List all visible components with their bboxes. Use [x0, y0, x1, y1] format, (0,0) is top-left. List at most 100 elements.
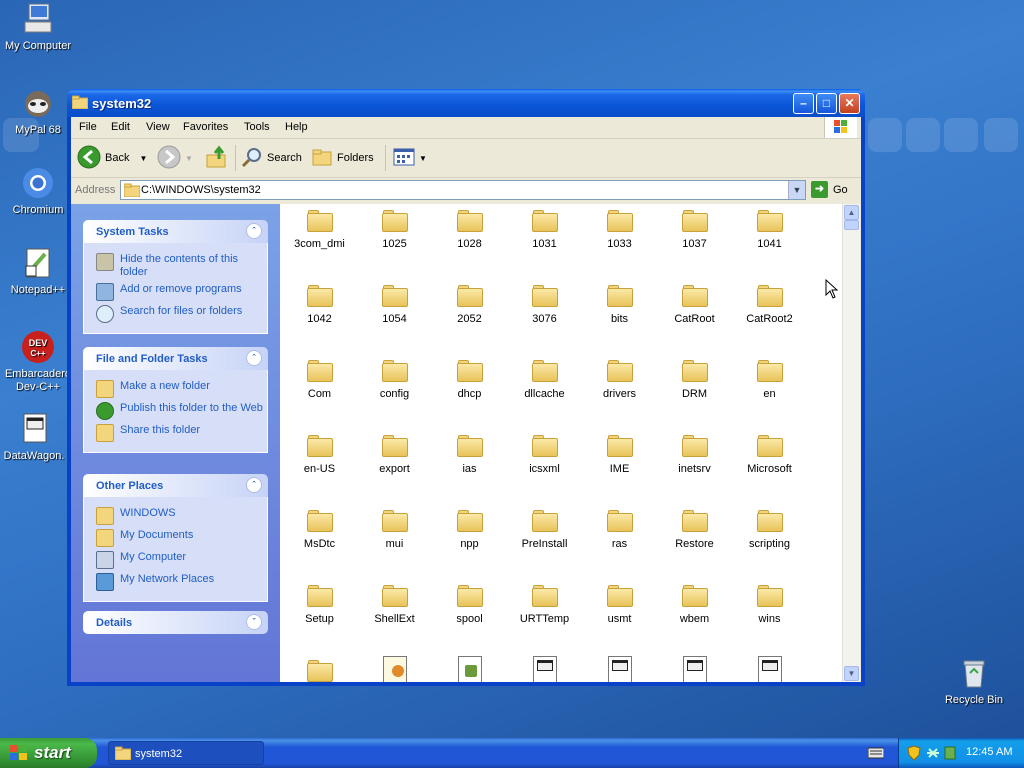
desktop-icon-recycle-bin[interactable]: Recycle Bin [936, 656, 1012, 707]
menu-favorites[interactable]: Favorites [183, 121, 228, 133]
keyboard-icon[interactable] [867, 747, 885, 762]
folder-item[interactable]: CatRoot2 [732, 285, 807, 325]
desktop-icon-datawagon[interactable]: DataWagon. [0, 412, 72, 463]
file-item[interactable] [357, 656, 432, 682]
folder-item[interactable]: inetsrv [657, 435, 732, 475]
panel-header[interactable]: Other Places ˆ [83, 474, 268, 497]
folder-item[interactable]: 1033 [582, 210, 657, 250]
folder-item[interactable]: 1054 [357, 285, 432, 325]
scroll-up-button[interactable]: ▲ [844, 205, 859, 220]
close-button[interactable]: ✕ [839, 93, 860, 114]
folder-item[interactable]: ias [432, 435, 507, 475]
task-add-remove-programs[interactable]: Add or remove programs [96, 283, 267, 301]
minimize-button[interactable]: – [793, 93, 814, 114]
folder-item[interactable]: ras [582, 510, 657, 550]
file-item[interactable] [507, 656, 582, 682]
folder-item[interactable]: npp [432, 510, 507, 550]
folder-item[interactable]: export [357, 435, 432, 475]
up-folder-button[interactable] [205, 145, 229, 171]
folder-item[interactable]: 3com_dmi [282, 210, 357, 250]
folder-item[interactable]: usmt [582, 585, 657, 625]
folder-item[interactable]: ShellExt [357, 585, 432, 625]
folder-item[interactable]: bits [582, 285, 657, 325]
folder-item[interactable]: 1037 [657, 210, 732, 250]
safely-remove-icon[interactable] [943, 745, 957, 764]
folder-item[interactable]: dhcp [432, 360, 507, 400]
file-item[interactable] [432, 656, 507, 682]
folder-item[interactable]: spool [432, 585, 507, 625]
maximize-button[interactable]: □ [816, 93, 837, 114]
start-button[interactable]: start [0, 738, 97, 768]
go-button[interactable]: ➜ Go [811, 181, 848, 198]
folder-item[interactable]: Com [282, 360, 357, 400]
scroll-down-button[interactable]: ▼ [844, 666, 859, 681]
folder-item[interactable]: wbem [657, 585, 732, 625]
back-button[interactable]: Back ▼ [77, 145, 147, 171]
desktop-icon-chromium[interactable]: Chromium [0, 166, 76, 217]
folder-item[interactable]: 3076 [507, 285, 582, 325]
task-make-new-folder[interactable]: Make a new folder [96, 380, 267, 398]
folder-item[interactable]: icsxml [507, 435, 582, 475]
task-share-folder[interactable]: Share this folder [96, 424, 267, 442]
panel-header[interactable]: System Tasks ˆ [83, 220, 268, 243]
place-my-computer[interactable]: My Computer [96, 551, 267, 569]
menu-view[interactable]: View [146, 121, 170, 133]
views-button[interactable]: ▼ [393, 145, 427, 171]
task-publish-web[interactable]: Publish this folder to the Web [96, 402, 267, 420]
folder-item[interactable]: 1025 [357, 210, 432, 250]
folder-item[interactable]: 1031 [507, 210, 582, 250]
desktop-icon-mypal[interactable]: MyPal 68 [0, 86, 76, 137]
forward-button[interactable]: ▼ [157, 145, 193, 171]
search-button[interactable]: Search [241, 145, 302, 171]
back-dropdown-icon[interactable]: ▼ [139, 154, 147, 163]
vertical-scrollbar[interactable]: ▲ ▼ [842, 204, 860, 682]
collapse-icon[interactable]: ˆ [246, 350, 262, 366]
place-windows[interactable]: WINDOWS [96, 507, 267, 525]
folder-item[interactable] [282, 656, 357, 682]
folder-item[interactable]: mui [357, 510, 432, 550]
panel-header[interactable]: File and Folder Tasks ˆ [83, 347, 268, 370]
folder-item[interactable]: MsDtc [282, 510, 357, 550]
folder-item[interactable]: Restore [657, 510, 732, 550]
scroll-thumb[interactable] [844, 220, 859, 230]
task-hide-contents[interactable]: Hide the contents of this folder [96, 253, 267, 279]
task-search-files[interactable]: Search for files or folders [96, 305, 267, 323]
expand-icon[interactable]: ˇ [246, 614, 262, 630]
network-icon[interactable] [925, 746, 941, 763]
folder-item[interactable]: en-US [282, 435, 357, 475]
folder-item[interactable]: URTTemp [507, 585, 582, 625]
folder-item[interactable]: config [357, 360, 432, 400]
folder-item[interactable]: Setup [282, 585, 357, 625]
folder-item[interactable]: wins [732, 585, 807, 625]
folder-item[interactable]: dllcache [507, 360, 582, 400]
desktop-icon-notepadpp[interactable]: Notepad++ [0, 246, 76, 297]
collapse-icon[interactable]: ˆ [246, 477, 262, 493]
panel-header[interactable]: Details ˇ [83, 611, 268, 634]
desktop-icon-devcpp[interactable]: DEV C++ Embarcadero Dev-C++ [0, 330, 76, 394]
place-my-network-places[interactable]: My Network Places [96, 573, 267, 591]
folder-item[interactable]: Microsoft [732, 435, 807, 475]
taskbar-button-system32[interactable]: system32 [108, 741, 264, 765]
file-item[interactable] [657, 656, 732, 682]
title-bar[interactable]: system32 – □ ✕ [67, 89, 865, 117]
folder-item[interactable]: 1028 [432, 210, 507, 250]
clock[interactable]: 12:45 AM [966, 746, 1012, 758]
file-item[interactable] [732, 656, 807, 682]
folder-item[interactable]: 1042 [282, 285, 357, 325]
folder-item[interactable]: drivers [582, 360, 657, 400]
folder-item[interactable]: scripting [732, 510, 807, 550]
folder-item[interactable]: 1041 [732, 210, 807, 250]
menu-file[interactable]: File [79, 121, 97, 133]
collapse-icon[interactable]: ˆ [246, 223, 262, 239]
desktop-icon-my-computer[interactable]: My Computer [0, 2, 76, 53]
folder-item[interactable]: CatRoot [657, 285, 732, 325]
menu-help[interactable]: Help [285, 121, 308, 133]
folder-item[interactable]: en [732, 360, 807, 400]
folder-item[interactable]: 2052 [432, 285, 507, 325]
menu-tools[interactable]: Tools [244, 121, 270, 133]
folder-item[interactable]: DRM [657, 360, 732, 400]
menu-edit[interactable]: Edit [111, 121, 130, 133]
folder-item[interactable]: IME [582, 435, 657, 475]
place-my-documents[interactable]: My Documents [96, 529, 267, 547]
address-input[interactable]: C:\WINDOWS\system32 ▼ [120, 180, 806, 200]
